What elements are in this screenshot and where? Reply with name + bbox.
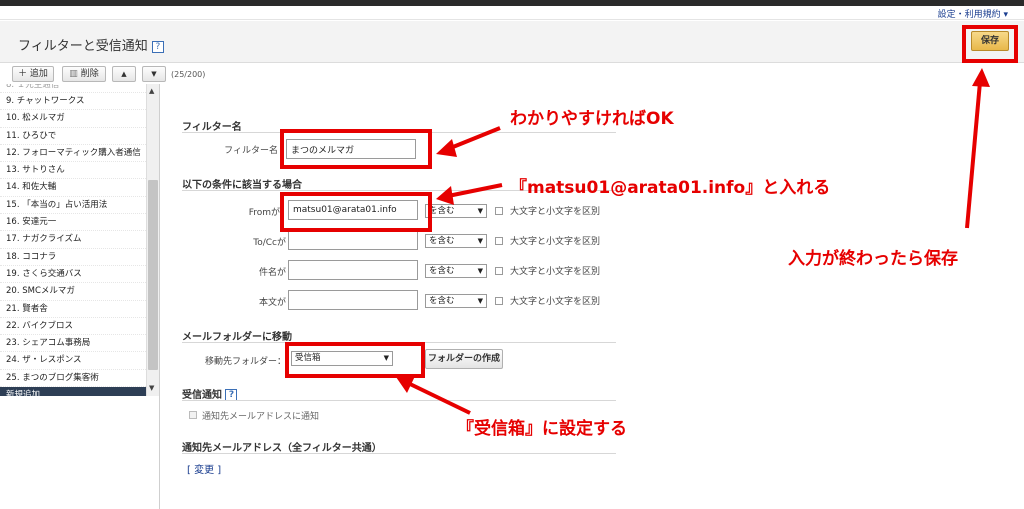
annotation-filter-name-note: わかりやすければOK [510,109,674,129]
list-item[interactable]: 24. ザ・レスポンス [0,352,146,370]
change-address-link[interactable]: [ 変更 ] [187,461,221,476]
annotation-from-note: 『matsu01@arata01.info』と入れる [510,178,831,198]
list-item-new-selected[interactable]: 新規追加 [0,387,146,396]
page-title: フィルターと受信通知 ? [18,35,164,54]
annotation-box-save [962,25,1018,63]
list-item[interactable]: 14. 和佐大輔 [0,179,146,197]
delete-label: 削除 [80,69,99,79]
subject-match-select[interactable]: を含む ▼ [425,264,487,278]
subject-label: 件名が [258,268,286,278]
body-label: 本文が [258,298,286,308]
section-divider [182,453,616,454]
move-down-button[interactable]: ▼ [142,66,166,82]
list-item[interactable]: 10. 松メルマガ [0,110,146,128]
tocc-label: To/Ccが [253,238,286,248]
list-item[interactable]: 23. シェアコム事務局 [0,335,146,353]
from-label: Fromが [248,208,280,218]
subject-match-value: を含む [429,266,455,276]
body-match-select[interactable]: を含む ▼ [425,294,487,308]
chevron-down-icon: ▼ [477,267,483,275]
move-up-button[interactable]: ▲ [112,66,136,82]
move-section-title: メールフォルダーに移動 [182,332,292,343]
list-item[interactable]: 11. ひろひで [0,128,146,145]
sidebar-scrollbar[interactable]: ▲ ▼ [146,84,159,396]
chevron-down-icon: ▼ [477,207,483,215]
trash-icon: ▥ [69,69,78,79]
tocc-case-label: 大文字と小文字を区別 [510,237,601,247]
scroll-down-arrow-icon[interactable]: ▼ [149,384,154,392]
help-icon[interactable]: ? [151,40,164,53]
list-item[interactable]: 22. バイクブロス [0,318,146,336]
notify-checkbox-label: 通知先メールアドレスに通知 [202,412,320,422]
annotation-save-note: 入力が終わったら保存 [788,249,958,269]
notify-checkbox[interactable] [189,411,197,419]
conditions-section-title: 以下の条件に該当する場合 [182,180,302,191]
filter-name-section-title: フィルター名 [182,122,242,133]
subject-input[interactable] [288,260,418,280]
filter-list: 8. １先生通信 9. チャットワークス 10. 松メルマガ 11. ひろひで … [0,84,146,396]
add-filter-button[interactable]: ＋ 追加 [12,66,54,82]
settings-terms-link[interactable]: 設定・利用規約 ▾ [938,7,1008,20]
list-item[interactable]: 18. ココナラ [0,249,146,266]
filter-toolbar: ＋ 追加 ▥ 削除 ▲ ▼ [0,64,166,84]
list-item[interactable]: 13. サトりさん [0,162,146,180]
page-header: フィルターと受信通知 ? 保存 [0,21,1024,63]
notify-section-title: 受信通知 ? [182,386,238,401]
subject-case-checkbox[interactable] [495,267,503,275]
body-match-value: を含む [429,296,455,306]
tocc-input[interactable] [288,230,418,250]
annotation-folder-note: 『受信箱』に設定する [457,419,627,439]
filter-sidebar: 8. １先生通信 9. チャットワークス 10. 松メルマガ 11. ひろひで … [0,84,160,509]
from-case-checkbox[interactable] [495,207,503,215]
annotation-box-folder [285,342,425,378]
list-item[interactable]: 12. フォローマティック購入者通信 [0,145,146,163]
annotation-box-from [280,192,432,232]
tocc-match-select[interactable]: を含む ▼ [425,234,487,248]
move-folder-label: 移動先フォルダー： [204,357,286,367]
list-item[interactable]: 17. ナガクライズム [0,231,146,249]
list-item[interactable]: 9. チャットワークス [0,93,146,111]
from-case-label: 大文字と小文字を区別 [510,207,601,217]
section-divider [182,400,616,401]
page-title-text: フィルターと受信通知 [18,39,148,54]
list-item[interactable]: 21. 賢者舎 [0,301,146,318]
list-item[interactable]: 15. 「本当の」占い活用法 [0,197,146,215]
list-item[interactable]: 20. SMCメルマガ [0,283,146,301]
top-link-bar: 設定・利用規約 ▾ [0,6,1024,20]
annotation-box-filter-name [280,129,432,169]
notify-address-section-title: 通知先メールアドレス（全フィルター共通） [182,443,382,454]
filter-name-label: フィルター名 [224,146,278,156]
subject-case-label: 大文字と小文字を区別 [510,267,601,277]
from-match-select[interactable]: を含む ▼ [425,204,487,218]
tocc-match-value: を含む [429,236,455,246]
list-item[interactable]: 16. 安達元一 [0,214,146,232]
body-case-label: 大文字と小文字を区別 [510,297,601,307]
list-item-partial[interactable]: 8. １先生通信 [0,84,146,93]
create-folder-button[interactable]: フォルダーの作成 [425,349,503,369]
delete-filter-button[interactable]: ▥ 削除 [62,66,106,82]
filter-count: (25/200) [171,70,206,79]
list-item[interactable]: 19. さくら交通バス [0,266,146,284]
scroll-thumb[interactable] [148,180,158,370]
from-match-value: を含む [429,206,455,216]
body-input[interactable] [288,290,418,310]
scroll-up-arrow-icon[interactable]: ▲ [149,87,154,95]
list-item[interactable]: 25. まつのブログ集客術 [0,370,146,388]
chevron-down-icon: ▼ [477,297,483,305]
chevron-down-icon: ▼ [477,237,483,245]
tocc-case-checkbox[interactable] [495,237,503,245]
body-case-checkbox[interactable] [495,297,503,305]
